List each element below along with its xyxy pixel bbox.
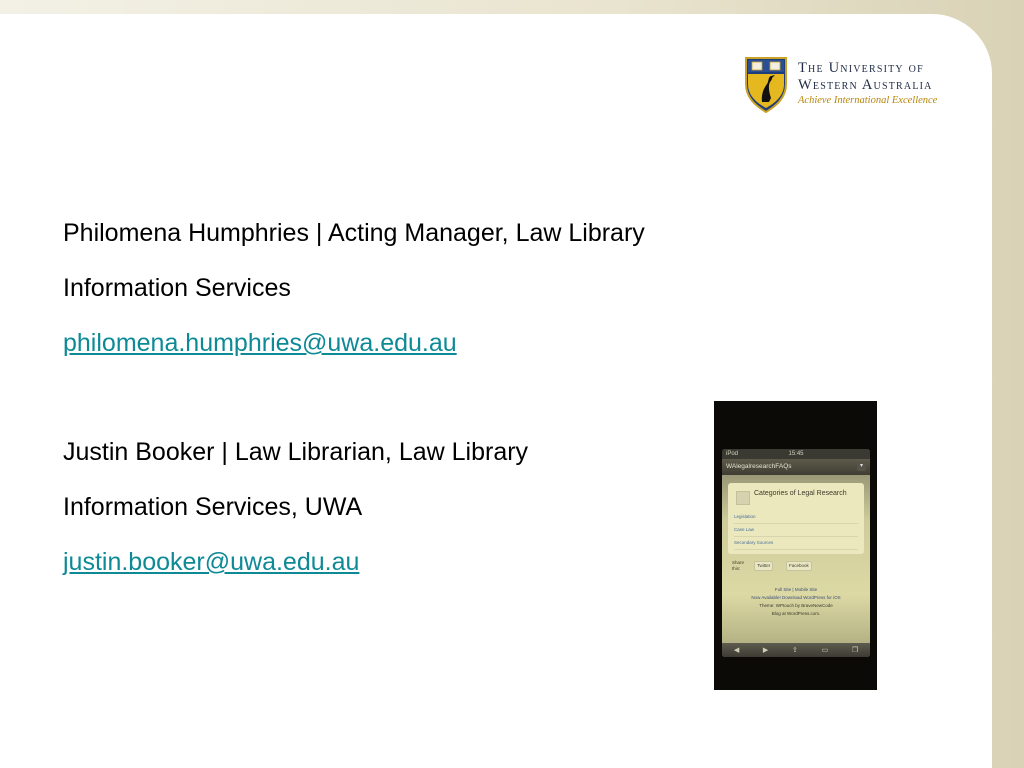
phone-twitter-button: Twitter <box>754 561 774 571</box>
phone-site-title: WAlegalresearchFAQs <box>726 463 792 470</box>
contact-2-name-role: Justin Booker | Law Librarian, Law Libra… <box>63 438 529 466</box>
contact-2-unit: Information Services, UWA <box>63 493 363 521</box>
phone-share-label: Share this: <box>732 560 745 571</box>
tabs-icon: ❐ <box>851 647 859 654</box>
phone-footer-blog: Blog at WordPress.com. <box>771 611 821 616</box>
phone-site-header: WAlegalresearchFAQs ▾ <box>722 459 870 475</box>
contact-1-unit: Information Services <box>63 274 291 302</box>
phone-footer-theme: Theme: WPtouch by BraveNewCode <box>759 603 833 608</box>
logo-line-2: Western Australia <box>798 77 933 93</box>
contact-1-email-link[interactable]: philomena.humphries@uwa.edu.au <box>63 328 457 358</box>
phone-link-legislation: Legislation <box>734 511 858 524</box>
forward-icon: ▶ <box>762 647 769 654</box>
phone-link-case-law: Case Law <box>734 524 858 537</box>
phone-facebook-button: Facebook <box>786 561 812 571</box>
phone-photo: iPod 15:45 WAlegalresearchFAQs ▾ Categor… <box>714 401 877 690</box>
back-icon: ◀ <box>733 647 740 654</box>
menu-caret-icon: ▾ <box>857 462 866 471</box>
phone-screen: iPod 15:45 WAlegalresearchFAQs ▾ Categor… <box>722 449 870 657</box>
phone-share-row: Share this: Twitter Facebook <box>732 560 864 574</box>
phone-card-title: Categories of Legal Research <box>754 490 847 497</box>
phone-card: Categories of Legal Research Legislation… <box>728 483 864 554</box>
phone-link-secondary-sources: Secondary Sources <box>734 537 858 550</box>
logo-line-1: The University of <box>798 60 924 76</box>
uwa-crest-icon <box>745 57 787 114</box>
category-icon <box>736 491 750 505</box>
uwa-logo: The University of Western Australia Achi… <box>742 54 962 116</box>
phone-footer-wp: Now Available! Download WordPress for iO… <box>751 595 841 600</box>
status-time: 15:45 <box>788 451 804 457</box>
share-icon: ⇪ <box>792 647 798 654</box>
phone-status-bar: iPod 15:45 <box>722 449 870 459</box>
phone-toolbar: ◀ ▶ ⇪ ▭ ❐ <box>722 643 870 657</box>
contact-2-email-link[interactable]: justin.booker@uwa.edu.au <box>63 547 359 577</box>
logo-tagline: Achieve International Excellence <box>798 95 938 106</box>
contact-1-name-role: Philomena Humphries | Acting Manager, La… <box>63 219 645 247</box>
bookmarks-icon: ▭ <box>821 647 829 654</box>
phone-footer-site: Full Site | Mobile Site <box>774 587 818 592</box>
phone-footer: Full Site | Mobile Site Now Available! D… <box>722 586 870 618</box>
